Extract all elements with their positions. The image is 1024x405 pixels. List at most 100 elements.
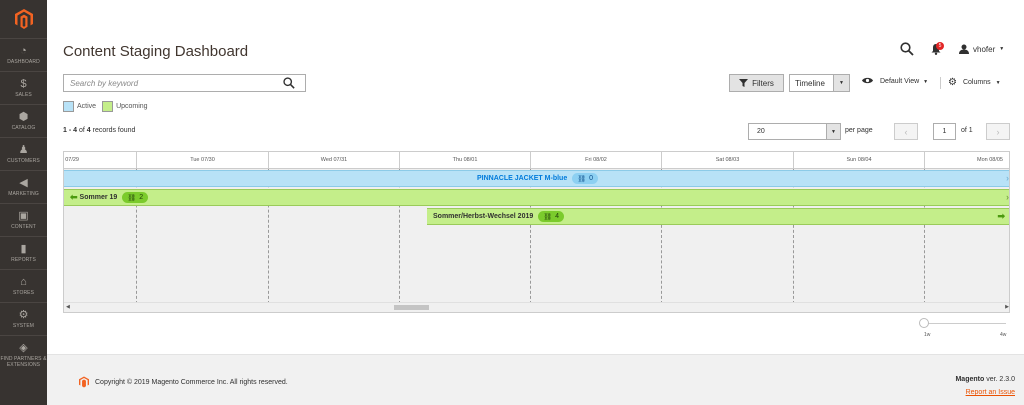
update-name: PINNACLE JACKET M-blue bbox=[476, 175, 568, 182]
sidebar-item-label: DASHBOARD bbox=[7, 59, 40, 65]
view-mode-select[interactable]: Timeline ▼ bbox=[789, 74, 850, 92]
chevron-right-icon: › bbox=[996, 126, 1000, 137]
toolbar-divider bbox=[940, 77, 941, 89]
page-title: Content Staging Dashboard bbox=[63, 43, 249, 60]
keyword-search bbox=[63, 74, 306, 92]
link-icon: ⛓ bbox=[543, 213, 553, 221]
magento-logo-icon[interactable] bbox=[0, 0, 47, 38]
sidebar-item-label: MARKETING bbox=[8, 191, 39, 197]
included-items-count: 0 bbox=[589, 175, 594, 182]
zoom-min-label: 1w bbox=[924, 332, 931, 338]
per-page-value: 20 bbox=[757, 128, 765, 135]
sidebar-item-label: STORES bbox=[12, 290, 35, 296]
copyright: Copyright © 2019 Magento Commerce Inc. A… bbox=[79, 376, 288, 388]
legend-active-label: Active bbox=[77, 103, 97, 110]
columns-control[interactable]: ⚙ Columns ▼ bbox=[948, 77, 1001, 88]
speedometer-icon: ◔ bbox=[20, 45, 27, 57]
person-icon: ♟ bbox=[18, 144, 29, 156]
sidebar-item-label: CONTENT bbox=[11, 224, 36, 230]
sidebar-item-catalog[interactable]: ⬢ CATALOG bbox=[0, 104, 47, 137]
timeline-day: Thu 08/01 bbox=[399, 152, 530, 169]
brand-name: Magento bbox=[955, 376, 985, 383]
gear-icon: ⚙ bbox=[948, 77, 957, 88]
sidebar-item-stores[interactable]: ⌂ STORES bbox=[0, 269, 47, 302]
previous-page-button[interactable]: ‹ bbox=[894, 123, 918, 140]
timeline-update-bar[interactable]: Sommer/Herbst-Wechsel 2019 ⛓ 4 ➡ bbox=[427, 208, 1009, 225]
zoom-slider-track[interactable] bbox=[924, 323, 1006, 324]
sidebar-item-label: SALES bbox=[15, 92, 32, 98]
sidebar-item-content[interactable]: ▣ CONTENT bbox=[0, 203, 47, 236]
sidebar-item-label: FIND PARTNERS & EXTENSIONS bbox=[0, 355, 47, 368]
eye-icon bbox=[862, 77, 873, 86]
legend-active: Active bbox=[63, 101, 96, 112]
sidebar-item-reports[interactable]: ▮ REPORTS bbox=[0, 236, 47, 269]
default-view-switcher[interactable]: Default View ▼ bbox=[862, 77, 928, 86]
scrollbar-thumb[interactable] bbox=[394, 305, 429, 310]
search-icon[interactable] bbox=[283, 77, 295, 91]
records-found: 1 - 4 of 4 records found bbox=[63, 127, 135, 134]
search-icon[interactable] bbox=[900, 42, 914, 56]
included-items-badge: ⛓ 0 bbox=[572, 173, 599, 184]
magento-logo-icon bbox=[79, 376, 89, 388]
update-name: Sommer/Herbst-Wechsel 2019 bbox=[433, 213, 534, 220]
included-items-count: 2 bbox=[139, 194, 144, 201]
chevron-down-icon: ▼ bbox=[833, 75, 849, 91]
link-icon: ⛓ bbox=[127, 194, 137, 202]
timeline-legend: Active Upcoming bbox=[63, 101, 154, 112]
page-number-input[interactable]: 1 bbox=[933, 123, 956, 140]
view-mode-value: Timeline bbox=[795, 78, 825, 88]
admin-sidebar: ◔ DASHBOARD $ SALES ⬢ CATALOG ♟ CUSTOMER… bbox=[0, 0, 47, 405]
gear-icon: ⚙ bbox=[18, 309, 29, 321]
chevron-right-icon: › bbox=[1006, 173, 1009, 183]
report-issue-link[interactable]: Report an Issue bbox=[966, 389, 1015, 396]
link-icon: ⛓ bbox=[577, 175, 587, 183]
sidebar-item-label: CATALOG bbox=[11, 125, 36, 131]
update-name: Sommer 19 bbox=[79, 194, 118, 201]
timeline-day: Wed 07/31 bbox=[268, 152, 399, 169]
chevron-down-icon: ▼ bbox=[826, 124, 840, 139]
chevron-down-icon: ▼ bbox=[995, 79, 1001, 86]
legend-upcoming: Upcoming bbox=[102, 101, 148, 112]
sidebar-item-dashboard[interactable]: ◔ DASHBOARD bbox=[0, 38, 47, 71]
cube-icon: ⬢ bbox=[18, 111, 29, 123]
scroll-left-icon[interactable]: ◀ bbox=[66, 304, 70, 310]
filters-label: Filters bbox=[752, 78, 774, 88]
scroll-right-icon[interactable]: ▶ bbox=[1005, 304, 1009, 310]
zoom-slider-handle[interactable] bbox=[919, 318, 929, 328]
sidebar-item-label: CUSTOMERS bbox=[7, 158, 40, 164]
store-icon: ⌂ bbox=[20, 276, 27, 288]
search-input[interactable] bbox=[70, 78, 270, 88]
sidebar-item-marketing[interactable]: ◀ MARKETING bbox=[0, 170, 47, 203]
sidebar-item-sales[interactable]: $ SALES bbox=[0, 71, 47, 104]
records-of: of bbox=[78, 127, 85, 134]
notification-badge: 5 bbox=[936, 42, 944, 50]
timeline-day: Mon 08/05 bbox=[924, 152, 1009, 169]
timeline-day: Sun 08/04 bbox=[793, 152, 924, 169]
next-page-button[interactable]: › bbox=[986, 123, 1010, 140]
timeline-header: Mon 07/29 Tue 07/30 Wed 07/31 Thu 08/01 … bbox=[64, 152, 1009, 169]
filters-button[interactable]: Filters bbox=[729, 74, 784, 92]
per-page-select[interactable]: 20 ▼ bbox=[748, 123, 841, 140]
included-items-badge: ⛓ 4 bbox=[538, 211, 565, 222]
total-pages: of 1 bbox=[961, 127, 973, 134]
per-page-label: per page bbox=[845, 127, 873, 134]
timeline-day: Mon 07/29 bbox=[64, 157, 79, 163]
timeline-scrollbar[interactable]: ◀ ▶ bbox=[64, 302, 1009, 312]
sidebar-item-customers[interactable]: ♟ CUSTOMERS bbox=[0, 137, 47, 170]
records-range: 1 - 4 bbox=[63, 127, 78, 134]
version-text: ver. 2.3.0 bbox=[986, 376, 1015, 383]
layout-icon: ▣ bbox=[18, 210, 29, 222]
timeline-update-bar[interactable]: PINNACLE JACKET M-blue ⛓ 0 › bbox=[64, 170, 1009, 187]
username: vhofer bbox=[973, 44, 996, 54]
page-footer: Copyright © 2019 Magento Commerce Inc. A… bbox=[47, 354, 1024, 405]
timeline-update-bar[interactable]: ⬅ Sommer 19 ⛓ 2 › bbox=[64, 189, 1009, 206]
sidebar-item-find-partners[interactable]: ◈ FIND PARTNERS & EXTENSIONS bbox=[0, 335, 47, 373]
chevron-right-icon: › bbox=[1006, 192, 1009, 202]
bar-chart-icon: ▮ bbox=[20, 243, 27, 255]
user-menu[interactable]: vhofer ▼ bbox=[959, 44, 1004, 54]
sidebar-item-system[interactable]: ⚙ SYSTEM bbox=[0, 302, 47, 335]
user-icon bbox=[959, 44, 969, 54]
sidebar-item-label: SYSTEM bbox=[12, 323, 35, 329]
funnel-icon bbox=[739, 79, 749, 87]
dollar-icon: $ bbox=[20, 78, 27, 90]
